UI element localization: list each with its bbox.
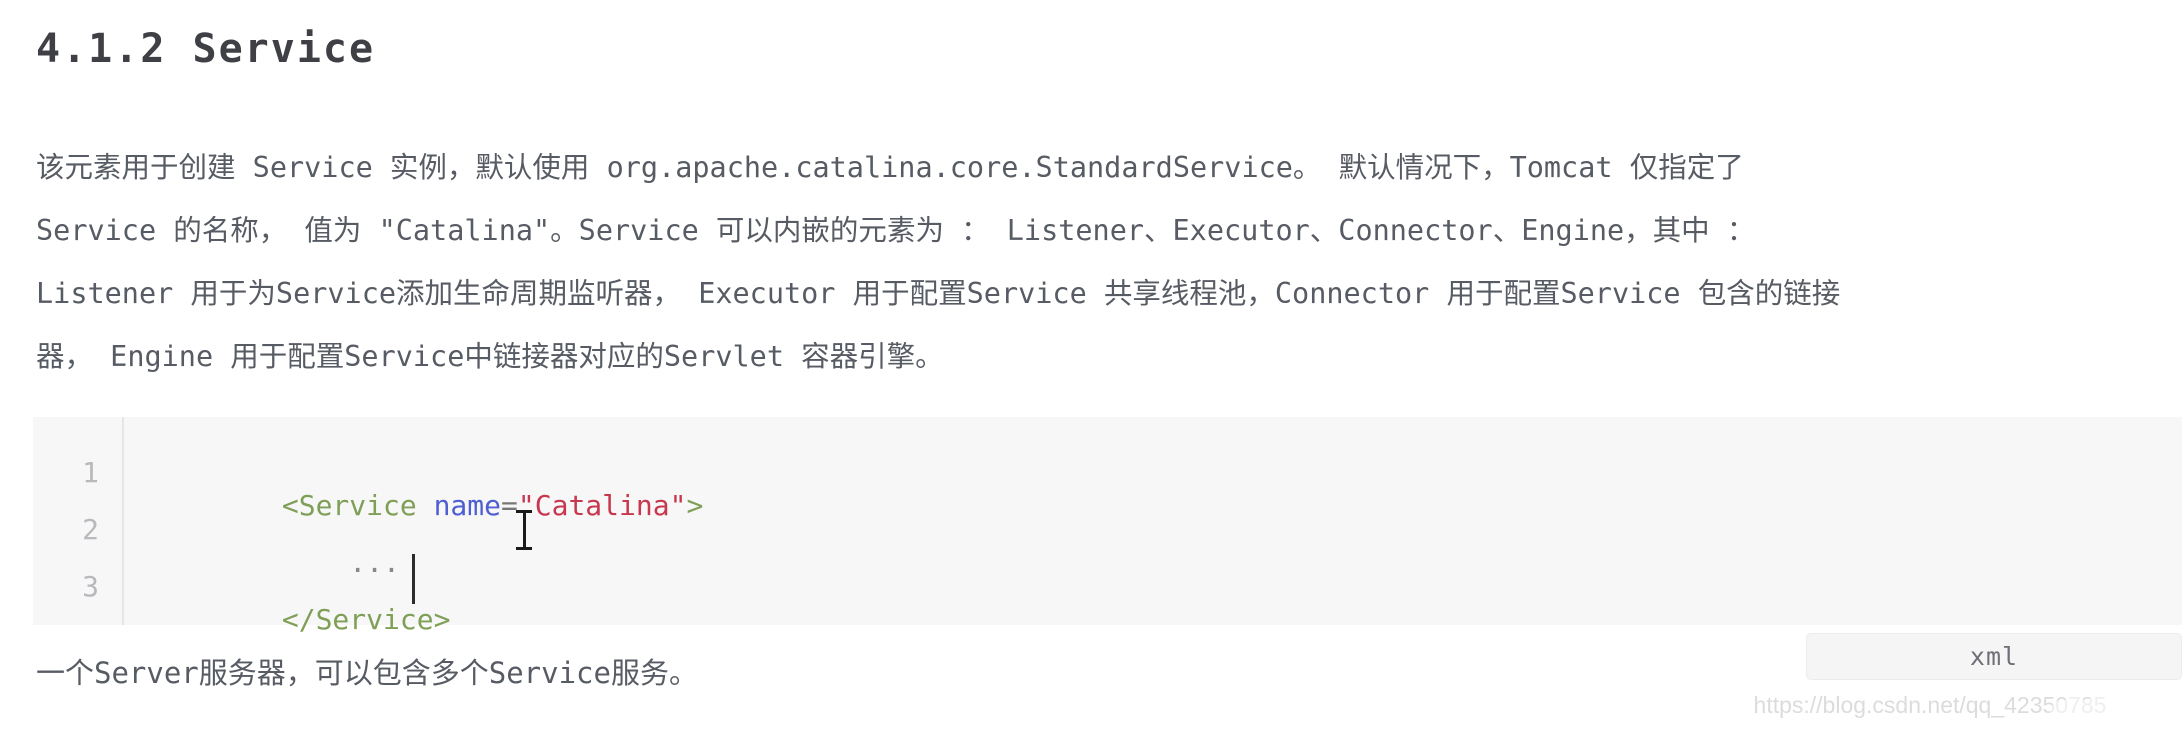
body-paragraph: 该元素用于创建 Service 实例，默认使用 org.apache.catal… [36, 136, 2146, 388]
code-token-tag: </Service> [281, 603, 451, 636]
closing-sentence: 一个Server服务器，可以包含多个Service服务。 [36, 656, 698, 690]
page-title: 4.1.2 Service [36, 26, 376, 72]
paragraph-line: 器， Engine 用于配置Service中链接器对应的Servlet 容器引擎… [36, 340, 944, 373]
watermark-logo-icon [2050, 686, 2122, 742]
code-line-number: 3 [82, 570, 99, 603]
code-token-attribute: name [433, 489, 502, 522]
text-caret [412, 554, 415, 604]
code-token-string: "Catalina" [517, 489, 687, 522]
paragraph-line: Listener 用于为Service添加生命周期监听器， Executor 用… [36, 277, 1841, 310]
code-block[interactable]: 1 2 3 <Service name="Catalina"> ... </Se… [33, 417, 2182, 636]
paragraph-line: Service 的名称， 值为 "Catalina"。Service 可以内嵌的… [36, 214, 1756, 247]
code-line-number-gutter: 1 2 3 [33, 417, 124, 625]
text-cursor-icon [516, 510, 532, 550]
code-line-number: 1 [82, 456, 99, 489]
code-language-badge[interactable]: xml [1806, 633, 2182, 680]
code-token-tag-close: > [686, 489, 704, 522]
document-page: 4.1.2 Service 该元素用于创建 Service 实例，默认使用 or… [0, 0, 2182, 742]
paragraph-line: 该元素用于创建 Service 实例，默认使用 org.apache.catal… [36, 151, 1744, 184]
code-line-number: 2 [82, 513, 99, 546]
code-language-label: xml [1969, 642, 2019, 671]
